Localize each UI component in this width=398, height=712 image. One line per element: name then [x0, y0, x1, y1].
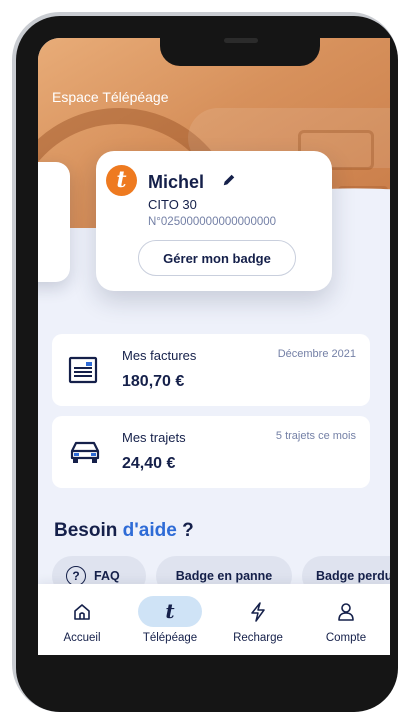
car-icon [70, 441, 100, 463]
badge-card: t Michel CITO 30 N°025000000000000000 Gé… [96, 151, 332, 291]
tab-compte-label: Compte [325, 632, 367, 644]
tab-recharge-label: Recharge [233, 632, 283, 644]
question-circle-icon: ? [66, 566, 86, 586]
trips-label: Mes trajets [122, 430, 186, 445]
tab-accueil[interactable]: Accueil [38, 584, 126, 655]
faq-chip-label: FAQ [94, 569, 120, 583]
invoice-icon [68, 356, 98, 384]
tab-recharge[interactable]: Recharge [214, 584, 302, 655]
help-title-accent: d'aide [122, 520, 177, 541]
telepeage-logo-icon: t [106, 165, 137, 196]
trips-card[interactable]: Mes trajets 24,40 € 5 trajets ce mois [52, 416, 370, 488]
invoices-label: Mes factures [122, 348, 197, 363]
vehicle-model: CITO 30 [148, 197, 197, 212]
home-icon [68, 598, 96, 626]
badge-owner-name: Michel [148, 172, 205, 192]
tab-telepeage[interactable]: t Télépéage [126, 584, 214, 655]
help-title-word-1: Besoin [54, 520, 118, 541]
speaker-grille [224, 38, 258, 43]
help-section-title: Besoin d'aide ? [54, 520, 194, 542]
user-icon [332, 598, 360, 626]
edit-pencil-icon[interactable] [222, 173, 236, 187]
manage-badge-button[interactable]: Gérer mon badge [138, 240, 296, 276]
help-title-question-mark: ? [182, 520, 194, 541]
trips-amount: 24,40 € [122, 455, 176, 472]
invoices-card[interactable]: Mes factures 180,70 € Décembre 2021 [52, 334, 370, 406]
trips-count: 5 trajets ce mois [275, 430, 356, 442]
tab-compte[interactable]: Compte [302, 584, 390, 655]
lightning-icon [244, 598, 272, 626]
invoices-period: Décembre 2021 [277, 348, 356, 360]
badge-lost-chip-label: Badge perdu [316, 569, 390, 583]
tab-accueil-label: Accueil [63, 632, 101, 644]
badge-broken-chip-label: Badge en panne [175, 569, 273, 583]
telepeage-icon: t [165, 599, 175, 623]
tab-telepeage-label: Télépéage [142, 632, 198, 644]
app-screen: Espace Télépéage t Michel CITO 30 N°0250… [38, 38, 390, 655]
phone-notch [160, 38, 320, 66]
previous-badge-card[interactable] [38, 162, 70, 282]
invoices-amount: 180,70 € [122, 373, 185, 390]
bottom-tab-bar: Accueil t Télépéage Recharge Compte [38, 584, 390, 655]
badge-number: N°025000000000000000 [148, 216, 277, 228]
page-title: Espace Télépéage [52, 89, 169, 105]
